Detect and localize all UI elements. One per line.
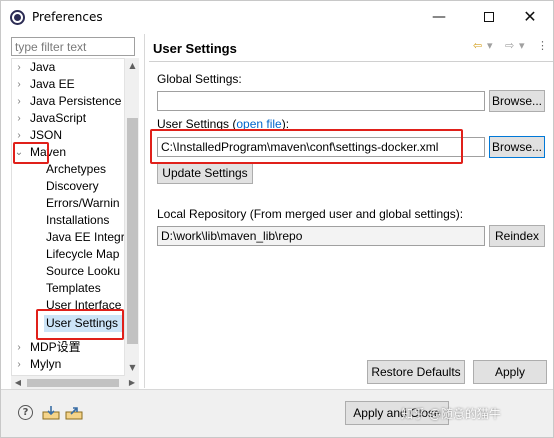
minimize-button[interactable]: — [416, 5, 462, 29]
apply-button[interactable]: Apply [473, 360, 547, 384]
reindex-button[interactable]: Reindex [489, 225, 545, 247]
local-repository-field: D:\work\lib\maven_lib\repo [157, 226, 485, 246]
tree-item-label: Lifecycle Map [46, 247, 120, 261]
tree-item-label: Mylyn [30, 357, 62, 371]
tree-item-label: Installations [46, 213, 110, 227]
restore-defaults-button[interactable]: Restore Defaults [367, 360, 465, 384]
tree-horizontal-scrollbar[interactable]: ◀ ▶ [11, 376, 139, 390]
tree-item-label: Maven [30, 145, 67, 159]
tree-item-label: Templates [46, 281, 101, 295]
page-title: User Settings [153, 41, 237, 56]
forward-arrow-icon[interactable]: ⇨ [505, 39, 514, 52]
header-separator [149, 61, 553, 62]
tree-item-label: Archetypes [46, 162, 107, 176]
expand-arrow-icon[interactable]: › [14, 76, 24, 93]
back-arrow-icon[interactable]: ⇦ [473, 39, 482, 52]
filter-input[interactable] [11, 37, 135, 56]
tree-item-label: MDP设置 [30, 340, 81, 354]
user-settings-field[interactable]: C:\InstalledProgram\maven\conf\settings-… [157, 137, 485, 157]
scroll-right-icon[interactable]: ▶ [125, 376, 139, 390]
expand-arrow-icon[interactable]: › [14, 356, 24, 373]
scroll-down-icon[interactable]: ▼ [125, 360, 140, 376]
export-icon[interactable] [65, 405, 83, 420]
tree-item-label: Java [30, 60, 56, 74]
user-settings-label: User Settings (open file): [157, 117, 289, 131]
tree-item-label: User Interface [46, 298, 122, 312]
tree-item-label: Java Persistence [30, 94, 122, 108]
preference-tree: › Java › Java EE › Java Persistence › Ja… [11, 58, 125, 376]
scroll-thumb[interactable] [27, 379, 119, 387]
forward-menu-icon[interactable]: ▾ [519, 39, 525, 52]
expand-arrow-icon[interactable]: › [14, 127, 24, 144]
tree-item-label: Source Looku [46, 264, 121, 278]
user-settings-label-prefix: User Settings ( [157, 117, 237, 131]
tree-item-label: JavaScript [30, 111, 87, 125]
tree-item-label: Java EE [30, 77, 75, 91]
tree-item-user-settings[interactable]: User Settings [44, 315, 125, 332]
expand-arrow-icon[interactable]: › [14, 93, 24, 110]
back-menu-icon[interactable]: ▾ [487, 39, 493, 52]
scroll-thumb[interactable] [127, 118, 138, 344]
title-bar: Preferences — ✕ [1, 1, 553, 33]
page-navigation: ⇦ ▾ ⇨ ▾ ⋮ [471, 39, 551, 55]
maximize-icon [484, 12, 494, 22]
help-icon[interactable]: ? [18, 405, 33, 420]
preference-nav-panel: › Java › Java EE › Java Persistence › Ja… [6, 34, 143, 390]
view-menu-icon[interactable]: ⋮ [537, 39, 548, 52]
user-browse-button[interactable]: Browse... [489, 136, 545, 158]
global-browse-button[interactable]: Browse... [489, 90, 545, 112]
user-settings-label-suffix: ): [281, 117, 290, 131]
global-settings-field[interactable] [157, 91, 485, 111]
expand-arrow-icon[interactable]: › [14, 339, 24, 356]
eclipse-app-icon [10, 10, 25, 25]
window-title: Preferences [32, 10, 103, 24]
scroll-up-icon[interactable]: ▲ [125, 58, 140, 74]
open-file-link[interactable]: open file [236, 117, 281, 131]
tree-vertical-scrollbar[interactable]: ▲ ▼ [124, 58, 139, 376]
tree-item-label: Discovery [46, 179, 99, 193]
close-button[interactable]: ✕ [507, 5, 553, 29]
tree-item-label: Errors/Warnin [46, 196, 120, 210]
expand-arrow-icon[interactable]: › [14, 59, 24, 76]
update-settings-button[interactable]: Update Settings [157, 162, 253, 184]
tree-item-label: User Settings [46, 316, 119, 330]
watermark: 知乎 @随意的猫牛 [401, 407, 501, 421]
local-repository-label: Local Repository (From merged user and g… [157, 207, 464, 221]
global-settings-label: Global Settings: [157, 72, 242, 86]
tree-item-label: Java EE Integra [46, 230, 125, 244]
panel-splitter[interactable] [144, 34, 145, 388]
maximize-button[interactable] [466, 5, 512, 29]
expand-arrow-icon[interactable]: › [14, 110, 24, 127]
scroll-left-icon[interactable]: ◀ [11, 376, 25, 390]
collapse-arrow-icon[interactable]: ⌄ [14, 144, 24, 161]
preferences-window: Preferences — ✕ › Java › Java EE › Java … [0, 0, 554, 438]
tree-item-label: JSON [30, 128, 63, 142]
import-icon[interactable] [42, 405, 60, 420]
